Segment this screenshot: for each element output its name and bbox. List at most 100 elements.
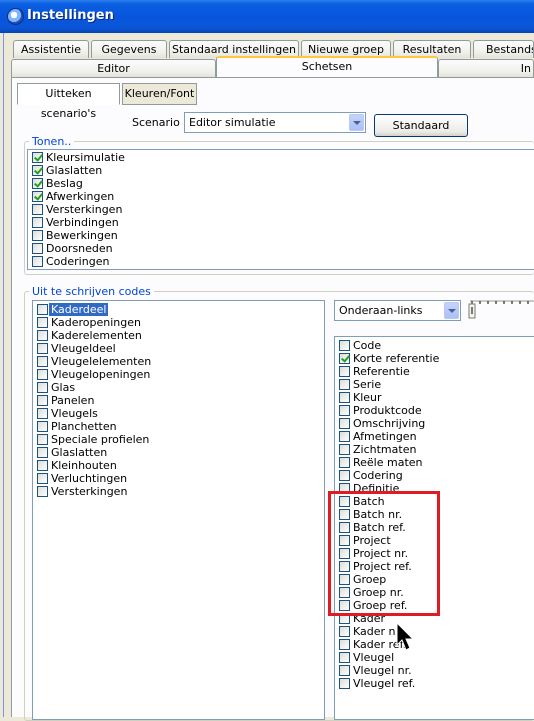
tonen-item-beslag[interactable]: Beslag bbox=[28, 177, 534, 190]
code-field-serie[interactable]: Serie bbox=[335, 378, 534, 391]
code-field-vleugel-nr[interactable]: Vleugel nr. bbox=[335, 664, 534, 677]
tab-in[interactable]: In bbox=[438, 59, 534, 77]
code-element-versterkingen[interactable]: Versterkingen bbox=[33, 485, 324, 498]
tonen-item-afwerkingen[interactable]: Afwerkingen bbox=[28, 190, 534, 203]
code-element-vleugelelementen[interactable]: Vleugelelementen bbox=[33, 355, 324, 368]
code-element-vleugelopeningen[interactable]: Vleugelopeningen bbox=[33, 368, 324, 381]
code-field-kader-nr[interactable]: Kader nr. bbox=[335, 625, 534, 638]
code-element-checkbox[interactable] bbox=[37, 356, 48, 367]
tonen-item-checkbox[interactable] bbox=[32, 256, 43, 267]
code-field-checkbox[interactable] bbox=[339, 418, 350, 429]
chevron-down-icon[interactable] bbox=[349, 114, 364, 131]
code-field-checkbox[interactable] bbox=[339, 366, 350, 377]
tonen-item-versterkingen[interactable]: Versterkingen bbox=[28, 203, 534, 216]
size-slider[interactable] bbox=[466, 298, 534, 320]
code-element-kaderelementen[interactable]: Kaderelementen bbox=[33, 329, 324, 342]
code-element-vleugeldeel[interactable]: Vleugeldeel bbox=[33, 342, 324, 355]
code-element-checkbox[interactable] bbox=[37, 369, 48, 380]
code-field-checkbox[interactable] bbox=[339, 340, 350, 351]
tab-assistentie[interactable]: Assistentie bbox=[13, 40, 89, 58]
code-element-checkbox[interactable] bbox=[37, 447, 48, 458]
code-element-checkbox[interactable] bbox=[37, 473, 48, 484]
subtab-uitteken-scenarios[interactable]: Uitteken scenario's bbox=[17, 83, 120, 120]
code-element-glas[interactable]: Glas bbox=[33, 381, 324, 394]
code-field-vleugel-ref[interactable]: Vleugel ref. bbox=[335, 677, 534, 690]
tonen-item-coderingen[interactable]: Coderingen bbox=[28, 255, 534, 268]
code-field-checkbox[interactable] bbox=[339, 626, 350, 637]
code-element-verluchtingen[interactable]: Verluchtingen bbox=[33, 472, 324, 485]
code-element-checkbox[interactable] bbox=[37, 343, 48, 354]
code-element-checkbox[interactable] bbox=[37, 317, 48, 328]
tab-bestandsp[interactable]: Bestandsp bbox=[473, 40, 534, 58]
tonen-item-kleursimulatie[interactable]: Kleursimulatie bbox=[28, 151, 534, 164]
scenario-select[interactable]: Editor simulatie bbox=[184, 112, 366, 133]
code-element-label: Vleugels bbox=[51, 407, 98, 420]
code-field-checkbox[interactable] bbox=[339, 392, 350, 403]
code-field-omschrijving[interactable]: Omschrijving bbox=[335, 417, 534, 430]
code-element-checkbox[interactable] bbox=[37, 421, 48, 432]
code-element-checkbox[interactable] bbox=[37, 395, 48, 406]
tab-gegevens[interactable]: Gegevens bbox=[91, 40, 167, 58]
tonen-list[interactable]: Kleursimulatie Glaslatten Beslag Afwerkinge… bbox=[27, 149, 534, 270]
code-element-label: Verluchtingen bbox=[51, 472, 128, 485]
code-element-kaderdeel[interactable]: Kaderdeel bbox=[33, 303, 324, 316]
tonen-item-glaslatten[interactable]: Glaslatten bbox=[28, 164, 534, 177]
code-element-panelen[interactable]: Panelen bbox=[33, 394, 324, 407]
code-element-vleugels[interactable]: Vleugels bbox=[33, 407, 324, 420]
code-field-produktcode[interactable]: Produktcode bbox=[335, 404, 534, 417]
code-field-re-le-maten[interactable]: Reële maten bbox=[335, 456, 534, 469]
tonen-item-checkbox[interactable] bbox=[32, 204, 43, 215]
code-field-referentie[interactable]: Referentie bbox=[335, 365, 534, 378]
code-field-checkbox[interactable] bbox=[339, 353, 350, 364]
code-field-checkbox[interactable] bbox=[339, 678, 350, 689]
code-element-kleinhouten[interactable]: Kleinhouten bbox=[33, 459, 324, 472]
tonen-item-doorsneden[interactable]: Doorsneden bbox=[28, 242, 534, 255]
subtab-kleuren-font[interactable]: Kleuren/Font bbox=[122, 83, 197, 105]
code-field-zichtmaten[interactable]: Zichtmaten bbox=[335, 443, 534, 456]
chevron-down-icon[interactable] bbox=[444, 302, 459, 319]
tonen-item-checkbox[interactable] bbox=[32, 152, 43, 163]
code-field-kader-ref[interactable]: Kader ref. bbox=[335, 638, 534, 651]
code-field-checkbox[interactable] bbox=[339, 405, 350, 416]
code-element-checkbox[interactable] bbox=[37, 434, 48, 445]
position-select[interactable]: Onderaan-links bbox=[334, 300, 461, 321]
code-field-afmetingen[interactable]: Afmetingen bbox=[335, 430, 534, 443]
code-field-code[interactable]: Code bbox=[335, 339, 534, 352]
code-element-kaderopeningen[interactable]: Kaderopeningen bbox=[33, 316, 324, 329]
code-element-glaslatten[interactable]: Glaslatten bbox=[33, 446, 324, 459]
tab-schetsen[interactable]: Schetsen bbox=[216, 56, 438, 77]
code-element-checkbox[interactable] bbox=[37, 486, 48, 497]
tonen-item-checkbox[interactable] bbox=[32, 217, 43, 228]
code-element-checkbox[interactable] bbox=[37, 460, 48, 471]
code-field-vleugel[interactable]: Vleugel bbox=[335, 651, 534, 664]
tonen-item-checkbox[interactable] bbox=[32, 178, 43, 189]
tonen-item-checkbox[interactable] bbox=[32, 243, 43, 254]
code-field-checkbox[interactable] bbox=[339, 444, 350, 455]
tonen-item-checkbox[interactable] bbox=[32, 191, 43, 202]
code-element-speciale-profielen[interactable]: Speciale profielen bbox=[33, 433, 324, 446]
code-field-codering[interactable]: Codering bbox=[335, 469, 534, 482]
code-element-checkbox[interactable] bbox=[37, 304, 48, 315]
code-field-checkbox[interactable] bbox=[339, 379, 350, 390]
code-element-checkbox[interactable] bbox=[37, 408, 48, 419]
code-field-label: Reële maten bbox=[353, 456, 423, 469]
code-field-checkbox[interactable] bbox=[339, 665, 350, 676]
code-element-checkbox[interactable] bbox=[37, 330, 48, 341]
code-field-checkbox[interactable] bbox=[339, 470, 350, 481]
code-field-checkbox[interactable] bbox=[339, 639, 350, 650]
tonen-item-verbindingen[interactable]: Verbindingen bbox=[28, 216, 534, 229]
code-field-kleur[interactable]: Kleur bbox=[335, 391, 534, 404]
tonen-item-bewerkingen[interactable]: Bewerkingen bbox=[28, 229, 534, 242]
code-field-checkbox[interactable] bbox=[339, 652, 350, 663]
tab-editor[interactable]: Editor bbox=[11, 59, 216, 77]
tonen-item-checkbox[interactable] bbox=[32, 230, 43, 241]
code-field-checkbox[interactable] bbox=[339, 457, 350, 468]
code-element-checkbox[interactable] bbox=[37, 382, 48, 393]
standaard-button[interactable]: Standaard bbox=[374, 114, 468, 137]
code-field-checkbox[interactable] bbox=[339, 431, 350, 442]
code-element-planchetten[interactable]: Planchetten bbox=[33, 420, 324, 433]
code-field-korte-referentie[interactable]: Korte referentie bbox=[335, 352, 534, 365]
scenario-value: Editor simulatie bbox=[189, 116, 276, 129]
code-element-list[interactable]: Kaderdeel Kaderopeningen Kaderelementen Vle… bbox=[32, 300, 325, 720]
tonen-item-checkbox[interactable] bbox=[32, 165, 43, 176]
